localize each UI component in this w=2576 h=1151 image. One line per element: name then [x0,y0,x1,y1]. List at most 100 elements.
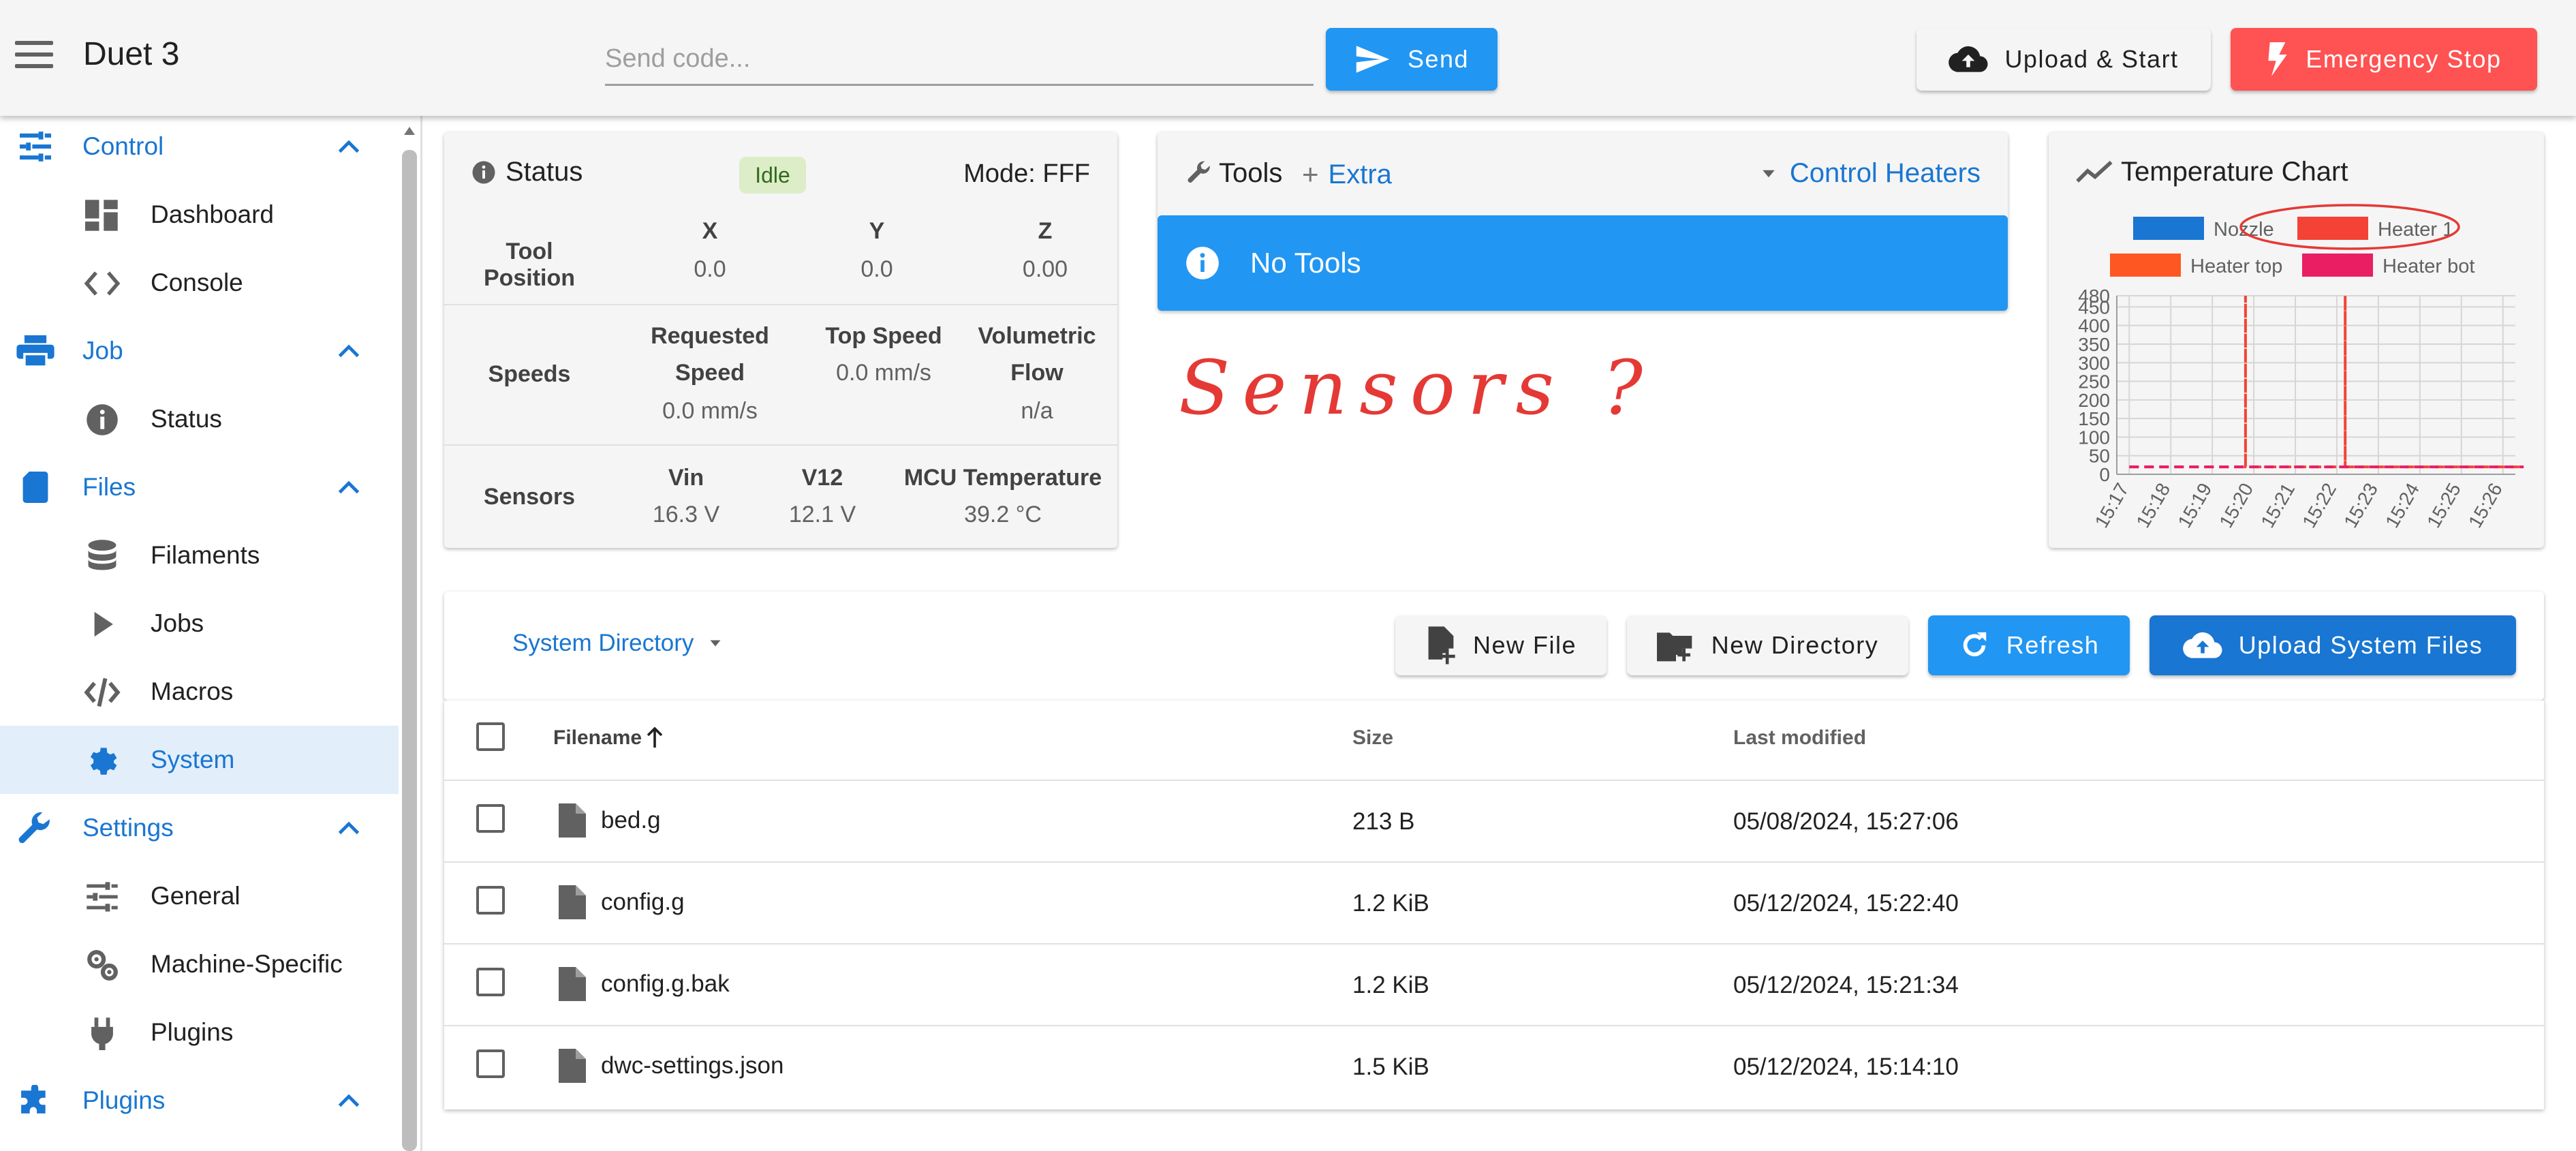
file-icon [559,803,586,838]
x-tick-label: 15:18 [2132,480,2175,532]
y-tick-label: 350 [2078,334,2110,355]
axis-x-value: 0.0 [694,256,726,282]
status-card: Status Mode: FFF Tool Position X 0.0 Y 0… [444,132,1117,548]
y-tick-label: 150 [2078,408,2110,429]
wrench-icon [1188,161,1210,183]
tools-title: Tools [1219,158,1283,188]
y-tick-label: 100 [2078,427,2110,448]
new-directory-button[interactable]: New Directory [1627,615,1908,675]
sidebar-item-label: Macros [151,677,234,705]
dashboard-icon [85,200,118,231]
x-tick-label: 15:26 [2464,480,2507,532]
x-tick-label: 15:21 [2256,480,2299,532]
tune-icon [20,132,51,162]
sd-card-icon [22,472,48,503]
info-icon [87,404,118,435]
table-row[interactable]: dwc-settings.json 1.5 KiB 05/12/2024, 15… [444,1025,2544,1107]
sidebar-item-label: System [151,746,235,773]
new-directory-label: New Directory [1711,631,1879,659]
file-name[interactable]: config.g [601,889,685,916]
nav-group-settings[interactable]: Settings [0,797,402,859]
emergency-stop-button[interactable]: Emergency Stop [2231,28,2537,91]
emergency-stop-label: Emergency Stop [2306,45,2502,73]
control-heaters-dropdown[interactable]: Control Heaters [1761,158,1981,189]
sidebar-item-general[interactable]: General [0,862,399,930]
top-speed-label: Top Speed [825,323,942,349]
sidebar-item-system[interactable]: System [0,726,399,794]
row-checkbox[interactable] [476,1049,505,1078]
gear-icon [90,748,117,775]
sidebar-item-machine-specific[interactable]: Machine-Specific [0,930,399,998]
directory-label: System Directory [512,630,694,656]
sidebar-item-dashboard[interactable]: Dashboard [0,181,399,249]
menu-icon[interactable] [15,41,53,75]
sidebar-item-plugins[interactable]: Plugins [0,998,399,1066]
column-header-filename[interactable]: Filename [553,726,664,750]
v12-label: V12 [801,465,843,491]
volumetric-flow-value: n/a [1021,398,1053,424]
table-row[interactable]: config.g 1.2 KiB 05/12/2024, 15:22:40 [444,861,2544,943]
upload-and-start-button[interactable]: Upload & Start [1917,28,2211,91]
send-button[interactable]: Send [1326,28,1498,91]
sidebar-item-label: Filaments [151,541,260,569]
caret-down-icon [710,640,721,647]
chevron-up-icon [338,821,360,835]
send-button-label: Send [1407,45,1470,73]
sidebar-item-console[interactable]: Console [0,249,399,317]
y-tick-label: 400 [2078,316,2110,337]
nav-group-control[interactable]: Control [0,116,402,177]
sidebar-item-label: Dashboard [151,200,275,228]
y-tick-label: 250 [2078,371,2110,393]
y-tick-label: 480 [2078,286,2110,307]
sidebar-item-jobs[interactable]: Jobs [0,589,399,658]
nav-group-files[interactable]: Files [0,457,402,518]
requested-speed-label-line2: Speed [674,360,745,386]
x-tick-label: 15:22 [2298,480,2340,532]
sidebar-item-status[interactable]: Status [0,385,399,453]
row-checkbox[interactable] [476,804,505,833]
select-all-checkbox[interactable] [476,722,505,751]
sidebar-item-label: General [151,882,240,910]
row-checkbox[interactable] [476,886,505,915]
table-row[interactable]: bed.g 213 B 05/08/2024, 15:27:06 [444,780,2544,861]
legend-swatch [2133,217,2204,240]
nav-group-label: Settings [82,814,174,842]
upload-system-files-button[interactable]: Upload System Files [2150,615,2516,675]
file-name[interactable]: dwc-settings.json [601,1052,783,1079]
column-header-label: Filename [553,726,642,749]
sidebar-item-macros[interactable]: Macros [0,658,399,726]
file-name[interactable]: config.g.bak [601,970,730,998]
no-tools-alert: No Tools [1158,215,2008,311]
column-header-last-modified[interactable]: Last modified [1733,726,1866,750]
y-tick-label: 300 [2078,352,2110,373]
new-file-button[interactable]: New File [1395,615,1607,675]
volumetric-flow-label-line1: Volumetric [978,323,1096,349]
nav-group-job[interactable]: Job [0,320,402,382]
send-code-input[interactable] [605,34,1314,86]
mcu-temperature-label: MCU Temperature [903,465,1102,491]
refresh-button[interactable]: Refresh [1928,615,2130,675]
temperature-chart: Nozzle Heater 1Heater top Heater bot050100… [2078,204,2524,532]
file-name[interactable]: bed.g [601,807,661,834]
row-checkbox[interactable] [476,968,505,996]
sidebar-item-label: Status [151,405,222,433]
system-directory-dropdown[interactable]: System Directory [512,630,722,657]
file-modified: 05/08/2024, 15:27:06 [1733,808,1959,835]
refresh-icon [1963,632,1986,657]
extra-button[interactable]: + Extra [1302,158,1392,191]
column-header-size[interactable]: Size [1352,726,1393,750]
x-tick-label: 15:19 [2173,480,2216,532]
database-icon [88,540,117,570]
divider [444,304,1117,305]
volumetric-flow-label-line2: Flow [1010,360,1064,386]
sidebar-scrollbar[interactable] [402,150,417,1151]
temperature-chart-card: Temperature Chart Nozzle Heater 1 Heater t… [2049,132,2544,548]
sidebar-item-filaments[interactable]: Filaments [0,521,399,589]
divider [444,444,1117,446]
app-bar: Duet 3 Send Upload & Start Emergency Sto… [0,0,2576,116]
legend-swatch [2110,254,2181,277]
table-row[interactable]: config.g.bak 1.2 KiB 05/12/2024, 15:21:3… [444,943,2544,1025]
scroll-up-arrow[interactable] [404,127,415,135]
nav-group-plugins[interactable]: Plugins [0,1070,402,1131]
file-plus-icon [1428,626,1455,664]
